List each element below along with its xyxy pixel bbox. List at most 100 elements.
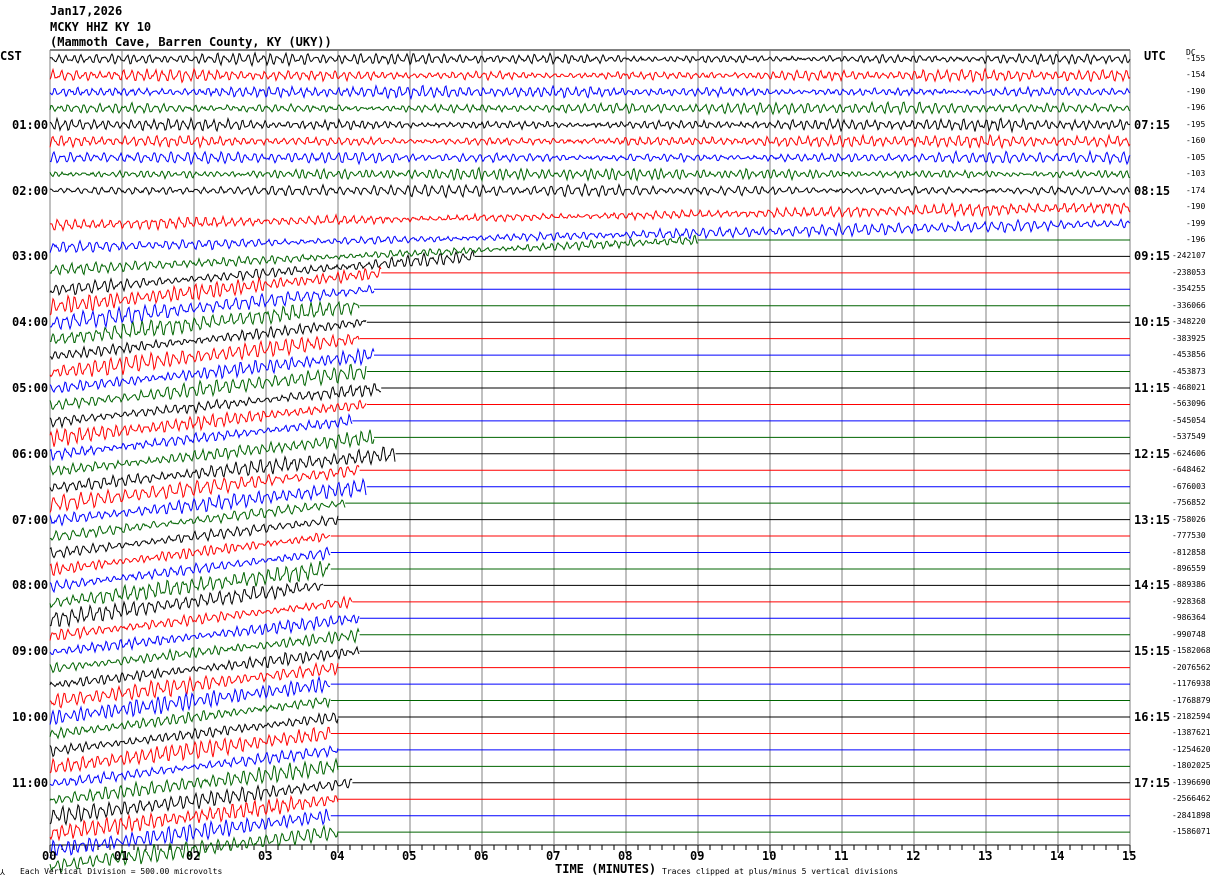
utc-hour-label: 14:15	[1134, 578, 1171, 593]
dc-offset-label: -103	[1186, 169, 1206, 179]
dc-offset-label: -676003	[1172, 481, 1206, 491]
dc-offset-label: -756852	[1172, 498, 1206, 508]
cst-hour-label: 11:00	[12, 775, 49, 790]
utc-hour-label: 17:15	[1134, 775, 1171, 790]
x-tick-label: 10	[762, 849, 777, 863]
dc-offset-label: -105	[1186, 152, 1206, 162]
dc-offset-label: -348220	[1172, 317, 1206, 327]
trace-row	[49, 234, 699, 276]
dc-offset-label: -242107	[1172, 251, 1206, 261]
dc-offset-label: -238053	[1172, 267, 1206, 277]
dc-offset-label: -896559	[1172, 563, 1206, 573]
dc-offset-label: -777530	[1172, 531, 1206, 541]
x-tick-label: 13	[978, 849, 993, 863]
utc-hour-label: 16:15	[1134, 710, 1171, 724]
scale-note: Each Vertical Division = 500.00 microvol…	[20, 867, 223, 876]
dc-offset-label: -199	[1186, 218, 1206, 228]
dc-offset-label: -468021	[1172, 383, 1206, 392]
trace-row	[49, 100, 1131, 117]
dc-offset-label: -190	[1186, 86, 1206, 96]
clip-note: Traces clipped at plus/minus 5 vertical …	[662, 867, 899, 876]
dc-offset-label: -2566462	[1172, 794, 1210, 804]
cst-hour-label: 02:00	[12, 183, 49, 198]
dc-offset-label: -336066	[1172, 300, 1206, 310]
cst-hour-label: 10:00	[12, 710, 49, 724]
cst-hour-label: 01:00	[12, 117, 49, 132]
x-tick-label: 00	[42, 849, 57, 863]
dc-offset-label: -160	[1186, 136, 1206, 146]
dc-offset-label: -545054	[1172, 415, 1206, 425]
x-tick-label: 04	[330, 849, 345, 863]
dc-offset-label: -2182594	[1172, 712, 1210, 721]
trace-row	[50, 182, 1130, 199]
dc-offset-label: -190	[1186, 202, 1206, 212]
dc-offset-label: -1396690	[1172, 777, 1210, 787]
dc-offset-label: -1586071	[1172, 827, 1210, 837]
dc-offset-label: -453856	[1172, 350, 1206, 360]
dc-offset-label: -155	[1186, 54, 1206, 63]
cst-hour-label: 09:00	[12, 644, 49, 659]
dc-offset-label: -154	[1186, 70, 1206, 80]
utc-hour-label: 15:15	[1134, 644, 1171, 659]
dc-offset-label: -174	[1186, 185, 1206, 195]
dc-offset-label: -453873	[1172, 366, 1206, 376]
dc-offset-label: -195	[1186, 119, 1206, 129]
x-tick-label: 09	[690, 849, 705, 863]
cst-hour-label: 04:00	[12, 315, 49, 330]
dc-offset-label: -2841898	[1172, 810, 1210, 820]
dc-offset-label: -2076562	[1172, 662, 1210, 672]
dc-offset-label: -758026	[1172, 514, 1206, 524]
trace-row	[49, 413, 353, 462]
cst-hour-label: 03:00	[12, 249, 49, 264]
utc-hour-label: 10:15	[1134, 315, 1171, 330]
trace-row	[49, 265, 382, 316]
trace-row	[49, 477, 367, 527]
x-tick-label: 08	[618, 849, 633, 863]
cst-hour-label: 07:00	[12, 512, 49, 527]
trace-row	[49, 116, 1131, 134]
trace-row	[49, 51, 1131, 68]
dc-offset-label: -812858	[1172, 547, 1206, 557]
utc-hour-label: 11:15	[1134, 381, 1171, 395]
trace-row	[50, 300, 360, 345]
x-tick-label: 01	[114, 849, 129, 863]
x-tick-label: 11	[834, 849, 849, 863]
x-tick-label: 05	[402, 849, 417, 863]
dc-offset-label: -383925	[1172, 333, 1206, 343]
x-tick-label: 02	[186, 849, 201, 863]
utc-hour-label: 08:15	[1134, 183, 1171, 198]
dc-offset-label: -986364	[1172, 613, 1206, 623]
scale-icon: ⅄	[0, 868, 5, 877]
dc-offset-label: -563096	[1172, 399, 1206, 409]
trace-row	[49, 333, 360, 378]
dc-offset-label: -648462	[1172, 465, 1206, 475]
x-tick-label: 06	[474, 849, 489, 863]
dc-offset-label: -889386	[1172, 580, 1206, 590]
utc-hour-label: 13:15	[1134, 512, 1171, 527]
dc-offset-label: -196	[1186, 103, 1206, 113]
trace-row	[49, 149, 1131, 166]
dc-offset-label: -196	[1186, 234, 1206, 244]
dc-offset-label: -990748	[1172, 629, 1206, 639]
trace-row	[49, 581, 324, 628]
utc-hour-label: 09:15	[1134, 249, 1171, 264]
cst-hour-label: 05:00	[12, 381, 49, 395]
x-tick-label: 07	[546, 849, 561, 863]
dc-offset-label: -624606	[1172, 448, 1206, 458]
x-tick-label: 03	[258, 849, 273, 863]
trace-row	[49, 627, 360, 674]
dc-offset-label: -1768879	[1172, 695, 1210, 705]
trace-row	[49, 201, 1131, 232]
dc-offset-label: -928368	[1172, 596, 1206, 606]
dc-offset-label: -1254620	[1172, 744, 1210, 754]
helicorder-plot	[49, 49, 1131, 874]
dc-offset-label: -1387621	[1172, 728, 1210, 738]
x-axis-label: TIME (MINUTES)	[555, 862, 657, 876]
dc-offset-label: -537549	[1172, 432, 1206, 442]
dc-offset-label: -354255	[1172, 284, 1206, 294]
x-tick-label: 12	[906, 849, 921, 863]
trace-row	[49, 133, 1131, 150]
dc-offset-label: -1802025	[1172, 761, 1210, 771]
utc-hour-label: 07:15	[1134, 117, 1171, 132]
x-tick-label: 14	[1050, 849, 1065, 863]
